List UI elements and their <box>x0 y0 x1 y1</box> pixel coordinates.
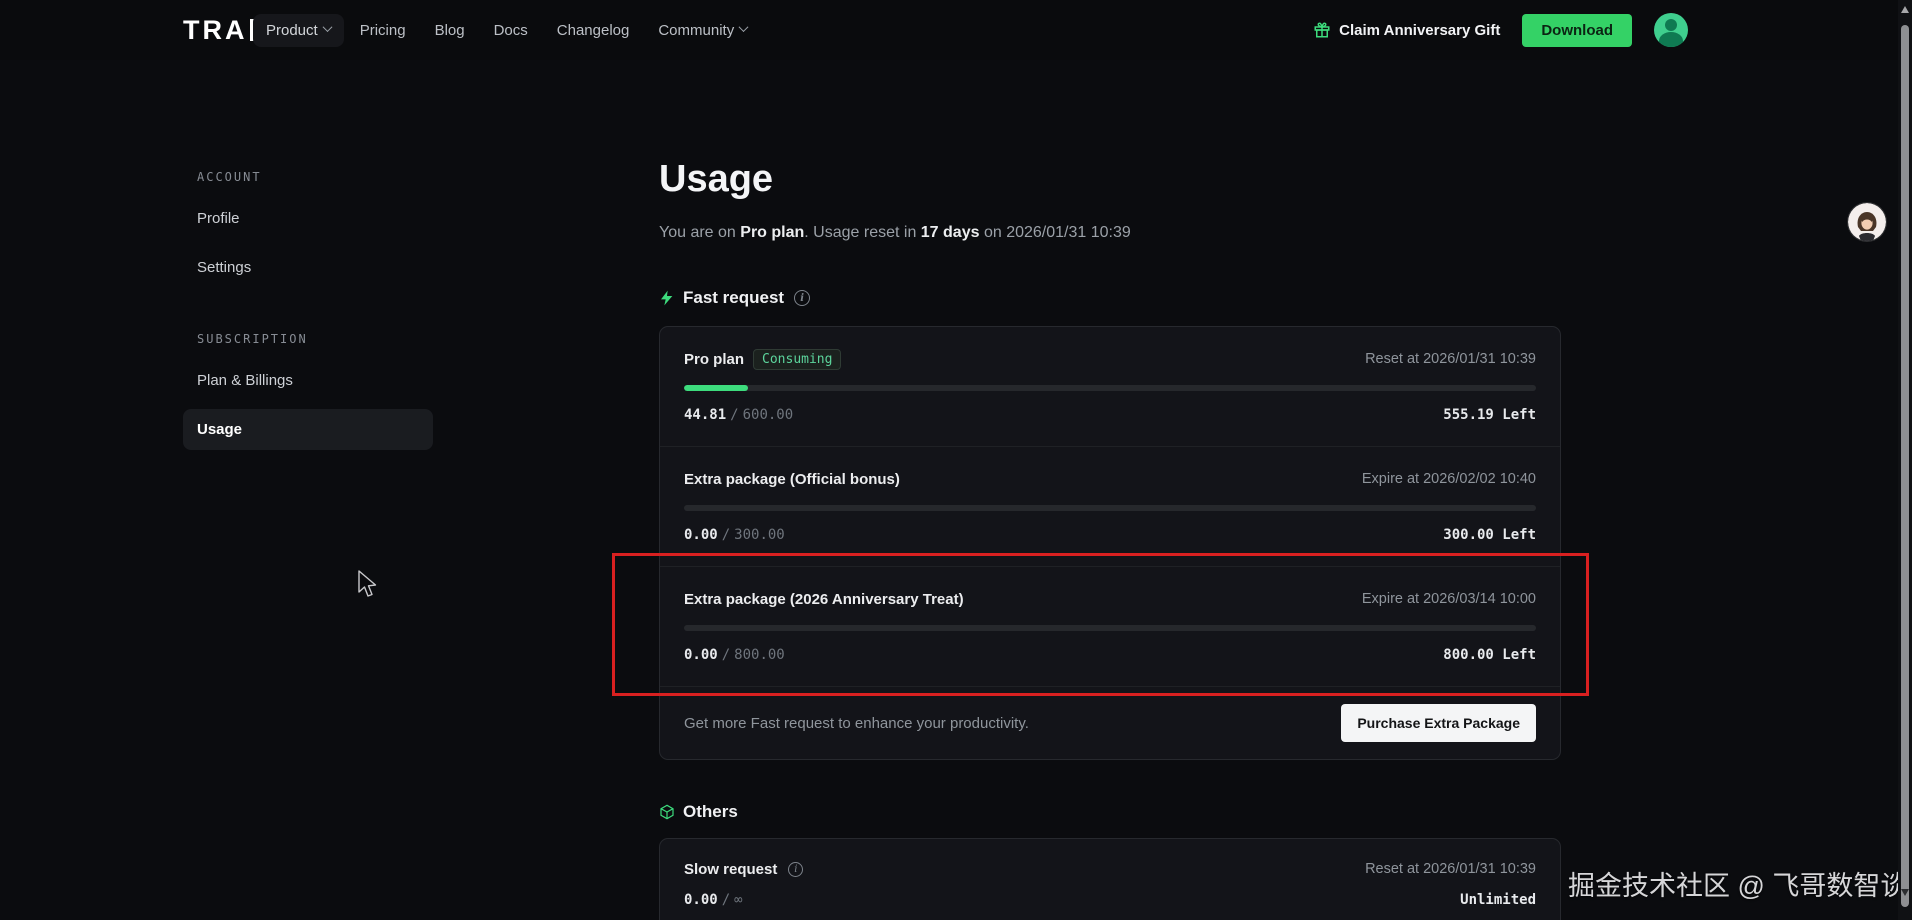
nav-item-label: Pricing <box>360 22 406 39</box>
others-card: Slow request i Reset at 2026/01/31 10:39… <box>659 838 1561 920</box>
navbar-right: Claim Anniversary Gift Download <box>1313 0 1688 60</box>
avatar-image <box>1848 203 1886 241</box>
sidebar-item-plan-billings[interactable]: Plan & Billings <box>183 360 433 401</box>
page-title: Usage <box>659 158 773 201</box>
usage-row-name: Slow request <box>684 861 777 878</box>
nav-item-label: Changelog <box>557 22 630 39</box>
sidebar-item-settings[interactable]: Settings <box>183 247 433 288</box>
reset-days: 17 days <box>921 224 980 241</box>
sidebar-section-subscription: SUBSCRIPTION <box>183 332 433 346</box>
info-icon[interactable]: i <box>788 862 803 877</box>
nav-item-changelog[interactable]: Changelog <box>544 14 643 47</box>
cube-icon <box>659 804 675 820</box>
consuming-badge: Consuming <box>753 349 841 370</box>
nav-item-docs[interactable]: Docs <box>481 14 541 47</box>
remaining-text: Unlimited <box>1460 892 1536 909</box>
top-navbar: TRA Product Pricing Blog Docs Changelog <box>0 0 1912 60</box>
progress-bar <box>684 505 1536 511</box>
usage-fraction: 0.00/300.00 <box>684 527 785 544</box>
nav-item-pricing[interactable]: Pricing <box>347 14 419 47</box>
nav-menu: Product Pricing Blog Docs Changelog Comm… <box>253 0 763 60</box>
section-title: Fast request <box>683 288 784 308</box>
settings-sidebar: ACCOUNT Profile Settings SUBSCRIPTION Pl… <box>183 170 433 458</box>
vertical-scrollbar[interactable] <box>1898 0 1912 920</box>
fast-request-footer: Get more Fast request to enhance your pr… <box>660 687 1560 759</box>
sidebar-item-profile[interactable]: Profile <box>183 198 433 239</box>
usage-fraction: 0.00/∞ <box>684 892 743 909</box>
fast-request-card: Pro plan Consuming Reset at 2026/01/31 1… <box>659 326 1561 760</box>
progress-bar <box>684 625 1536 631</box>
scrollbar-thumb[interactable] <box>1901 25 1909 907</box>
usage-row-name: Extra package (Official bonus) <box>684 471 900 488</box>
gift-icon <box>1313 21 1331 39</box>
mouse-cursor <box>357 570 381 605</box>
usage-fraction: 0.00/800.00 <box>684 647 785 664</box>
claim-anniversary-gift-link[interactable]: Claim Anniversary Gift <box>1313 21 1500 39</box>
usage-fraction: 44.81/600.00 <box>684 407 793 424</box>
progress-bar <box>684 385 1536 391</box>
claim-gift-label: Claim Anniversary Gift <box>1339 22 1500 39</box>
sidebar-item-usage[interactable]: Usage <box>183 409 433 450</box>
chevron-down-icon <box>739 22 749 32</box>
plan-summary-text: You are on Pro plan. Usage reset in 17 d… <box>659 224 1131 242</box>
usage-row-name: Extra package (2026 Anniversary Treat) <box>684 591 964 608</box>
nav-item-label: Blog <box>435 22 465 39</box>
remaining-text: 300.00 Left <box>1443 527 1536 544</box>
usage-row-slow-request: Slow request i Reset at 2026/01/31 10:39… <box>660 839 1560 920</box>
footer-promo-text: Get more Fast request to enhance your pr… <box>684 715 1029 732</box>
reset-at-text: Reset at 2026/01/31 10:39 <box>1365 861 1536 877</box>
avatar-person-icon <box>1665 19 1677 31</box>
usage-row-name: Pro plan <box>684 351 744 368</box>
plan-name: Pro plan <box>740 224 804 241</box>
expire-at-text: Expire at 2026/02/02 10:40 <box>1362 471 1536 487</box>
progress-fill <box>684 385 748 391</box>
remaining-text: 800.00 Left <box>1443 647 1536 664</box>
trae-usage-page: TRA Product Pricing Blog Docs Changelog <box>0 0 1912 920</box>
watermark-text: 掘金技术社区 @ 飞哥数智谈 <box>1568 864 1907 903</box>
scroll-up-arrow-icon[interactable] <box>1901 6 1909 13</box>
nav-item-community[interactable]: Community <box>645 14 760 47</box>
download-button[interactable]: Download <box>1522 14 1632 47</box>
info-icon[interactable]: i <box>794 290 810 306</box>
scroll-down-arrow-icon[interactable] <box>1901 889 1909 896</box>
nav-item-label: Product <box>266 22 318 39</box>
user-avatar[interactable] <box>1654 13 1688 47</box>
purchase-extra-package-button[interactable]: Purchase Extra Package <box>1341 704 1536 742</box>
usage-row-anniversary-treat: Extra package (2026 Anniversary Treat) E… <box>660 567 1560 687</box>
sidebar-section-account: ACCOUNT <box>183 170 433 184</box>
floating-profile-avatar[interactable] <box>1848 203 1886 241</box>
reset-at-text: Reset at 2026/01/31 10:39 <box>1365 351 1536 367</box>
usage-row-official-bonus: Extra package (Official bonus) Expire at… <box>660 447 1560 567</box>
nav-item-product[interactable]: Product <box>253 14 344 47</box>
nav-item-label: Docs <box>494 22 528 39</box>
nav-item-label: Community <box>658 22 734 39</box>
nav-item-blog[interactable]: Blog <box>422 14 478 47</box>
section-title: Others <box>683 802 738 822</box>
lightning-bolt-icon <box>659 290 675 306</box>
usage-row-pro-plan: Pro plan Consuming Reset at 2026/01/31 1… <box>660 327 1560 447</box>
expire-at-text: Expire at 2026/03/14 10:00 <box>1362 591 1536 607</box>
trae-logo-text: TRA <box>183 15 248 46</box>
fast-request-section-header: Fast request i <box>659 288 810 308</box>
chevron-down-icon <box>322 22 332 32</box>
remaining-text: 555.19 Left <box>1443 407 1536 424</box>
others-section-header: Others <box>659 802 738 822</box>
